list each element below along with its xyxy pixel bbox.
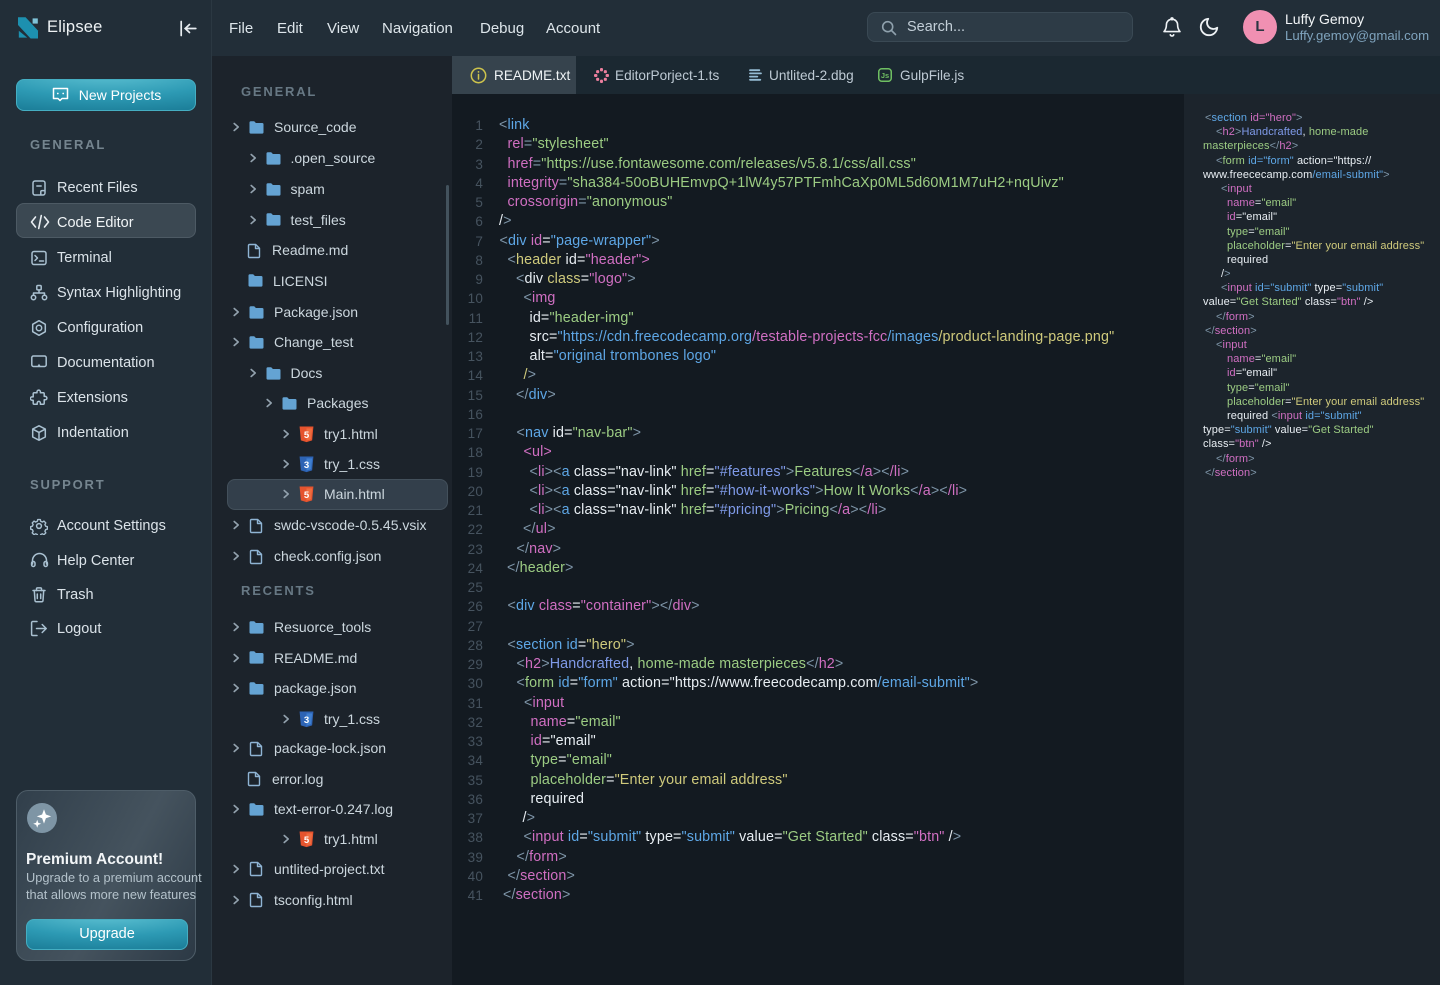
- svg-text:3: 3: [304, 460, 309, 471]
- svg-text:5: 5: [304, 430, 310, 441]
- svg-text:5: 5: [304, 835, 310, 846]
- svg-text:3: 3: [304, 715, 309, 726]
- svg-text:5: 5: [304, 490, 310, 501]
- svg-text:Js: Js: [881, 71, 889, 80]
